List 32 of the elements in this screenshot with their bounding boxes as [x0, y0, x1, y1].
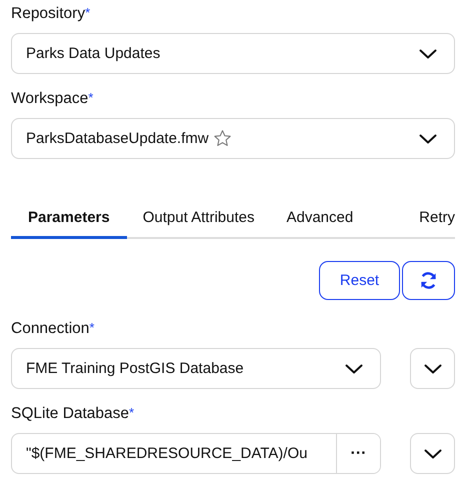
- dropdown-field[interactable]: Parks Data Updates: [11, 33, 455, 74]
- field-label: Repository: [11, 4, 86, 22]
- tab[interactable]: Advanced: [270, 199, 370, 239]
- field-value: ParksDatabaseUpdate.fmw: [26, 130, 209, 147]
- dropdown-field[interactable]: ParksDatabaseUpdate.fmw: [11, 118, 455, 159]
- required-mark: *: [85, 5, 90, 20]
- required-mark: *: [129, 405, 134, 420]
- field-label: Connection: [11, 320, 90, 338]
- dropdown-field[interactable]: FME Training PostGIS Database: [11, 348, 381, 389]
- chevron-down-icon: [345, 364, 363, 374]
- path-field[interactable]: "$(FME_SHAREDRESOURCE_DATA)/Ou ···: [11, 433, 381, 474]
- field-value: "$(FME_SHAREDRESOURCE_DATA)/Ou: [26, 445, 308, 462]
- tab[interactable]: Retry: [403, 199, 455, 239]
- field-value: FME Training PostGIS Database: [26, 360, 244, 377]
- field-label: SQLite Database: [11, 404, 130, 422]
- chevron-down-icon: [424, 448, 442, 458]
- reset-button[interactable]: Reset: [319, 261, 400, 300]
- tab[interactable]: Output Attributes: [126, 199, 270, 239]
- tab[interactable]: Parameters: [11, 199, 127, 239]
- refresh-button[interactable]: [402, 261, 455, 300]
- field-value: Parks Data Updates: [26, 45, 160, 62]
- star-icon[interactable]: [212, 129, 232, 148]
- chevron-down-icon: [424, 364, 442, 374]
- chevron-down-icon: [419, 134, 437, 144]
- options-dropdown-button[interactable]: [410, 433, 455, 474]
- field-label: Workspace: [11, 90, 88, 108]
- browse-button[interactable]: ···: [336, 434, 380, 473]
- chevron-down-icon: [419, 48, 437, 58]
- refresh-icon: [419, 271, 438, 290]
- options-dropdown-button[interactable]: [410, 348, 455, 389]
- required-mark: *: [89, 320, 94, 335]
- required-mark: *: [88, 90, 94, 105]
